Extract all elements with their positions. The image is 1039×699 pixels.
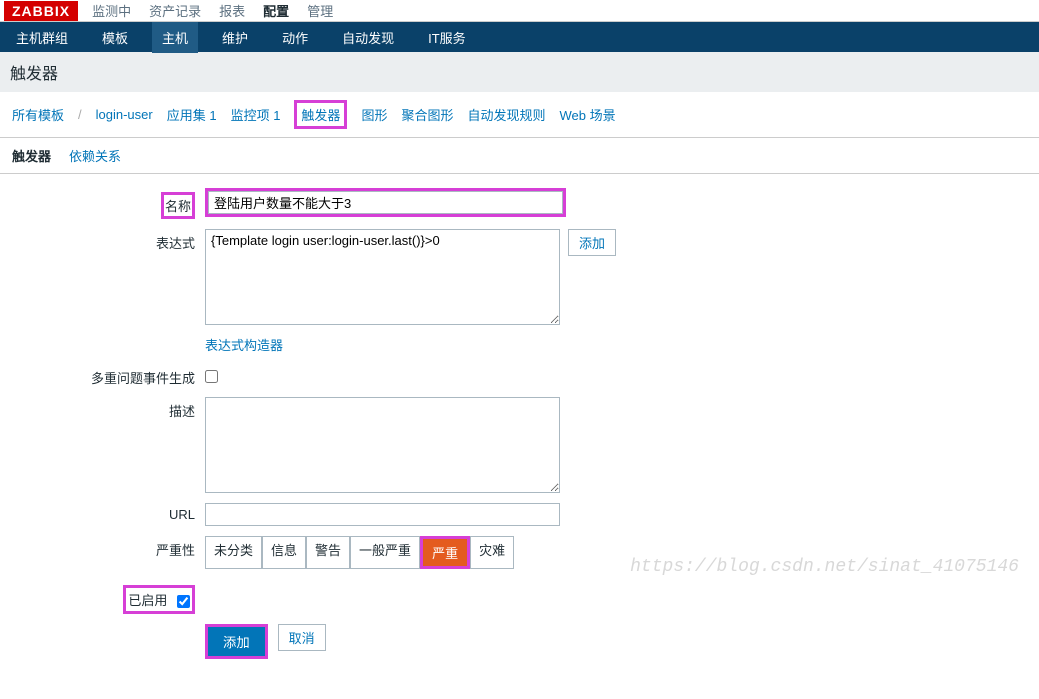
watermark: https://blog.csdn.net/sinat_41075146 <box>630 557 1019 577</box>
trigger-form: 名称 表达式 {Template login user:login-user.l… <box>0 174 1039 699</box>
btn-cancel[interactable]: 取消 <box>278 624 326 651</box>
crumb-items[interactable]: 监控项 1 <box>231 105 281 124</box>
topmenu-admin[interactable]: 管理 <box>307 1 333 20</box>
input-name[interactable] <box>208 191 563 214</box>
sev-disaster[interactable]: 灾难 <box>470 536 514 569</box>
sub-tabs: 触发器 依赖关系 <box>0 137 1039 174</box>
nav-actions[interactable]: 动作 <box>272 22 318 53</box>
sev-info[interactable]: 信息 <box>262 536 306 569</box>
sev-notclassified[interactable]: 未分类 <box>205 536 262 569</box>
severity-group: 未分类 信息 警告 一般严重 严重 灾难 <box>205 536 514 569</box>
topmenu-reports[interactable]: 报表 <box>219 1 245 20</box>
label-url: URL <box>0 503 205 522</box>
label-severity: 严重性 <box>0 536 205 559</box>
nav-hostgroups[interactable]: 主机群组 <box>6 22 78 53</box>
crumb-login-user[interactable]: login-user <box>96 107 153 122</box>
sev-high[interactable]: 严重 <box>423 539 467 566</box>
label-description: 描述 <box>0 397 205 420</box>
checkbox-enabled[interactable] <box>177 595 190 608</box>
nav-discovery[interactable]: 自动发现 <box>332 22 404 53</box>
nav-hosts[interactable]: 主机 <box>152 22 198 53</box>
top-bar: ZABBIX 监测中 资产记录 报表 配置 管理 <box>0 0 1039 22</box>
checkbox-multi-event[interactable] <box>205 370 218 383</box>
sev-average[interactable]: 一般严重 <box>350 536 420 569</box>
nav-bar: 主机群组 模板 主机 维护 动作 自动发现 IT服务 <box>0 22 1039 52</box>
crumb-appsets[interactable]: 应用集 1 <box>167 105 217 124</box>
label-name: 名称 <box>0 188 205 219</box>
textarea-expression[interactable]: {Template login user:login-user.last()}>… <box>205 229 560 325</box>
crumb-web[interactable]: Web 场景 <box>559 105 615 124</box>
topmenu-config[interactable]: 配置 <box>263 1 289 20</box>
crumb-graphs[interactable]: 图形 <box>361 105 387 124</box>
subtab-dependency[interactable]: 依赖关系 <box>69 146 121 165</box>
zabbix-logo: ZABBIX <box>4 1 78 21</box>
page-title: 触发器 <box>0 52 1039 92</box>
topmenu-inventory[interactable]: 资产记录 <box>149 1 201 20</box>
btn-submit[interactable]: 添加 <box>208 627 265 656</box>
label-expression: 表达式 <box>0 229 205 252</box>
label-multi-event: 多重问题事件生成 <box>0 364 205 387</box>
textarea-description[interactable] <box>205 397 560 493</box>
crumb-all-templates[interactable]: 所有模板 <box>12 105 64 124</box>
subtab-trigger[interactable]: 触发器 <box>12 146 51 165</box>
crumb-triggers[interactable]: 触发器 <box>301 108 340 123</box>
sev-warning[interactable]: 警告 <box>306 536 350 569</box>
input-url[interactable] <box>205 503 560 526</box>
crumb-sep: / <box>78 107 82 122</box>
link-expression-builder[interactable]: 表达式构造器 <box>205 335 283 354</box>
crumb-discovery[interactable]: 自动发现规则 <box>467 105 545 124</box>
nav-itservices[interactable]: IT服务 <box>418 22 476 53</box>
crumb-agg-graphs[interactable]: 聚合图形 <box>401 105 453 124</box>
nav-maintenance[interactable]: 维护 <box>212 22 258 53</box>
nav-templates[interactable]: 模板 <box>92 22 138 53</box>
top-menu: 监测中 资产记录 报表 配置 管理 <box>92 1 333 20</box>
btn-add-expression[interactable]: 添加 <box>568 229 616 256</box>
topmenu-monitoring[interactable]: 监测中 <box>92 1 131 20</box>
breadcrumb: 所有模板 / login-user 应用集 1 监控项 1 触发器 图形 聚合图… <box>0 92 1039 137</box>
label-enabled: 已启用 <box>128 593 167 608</box>
